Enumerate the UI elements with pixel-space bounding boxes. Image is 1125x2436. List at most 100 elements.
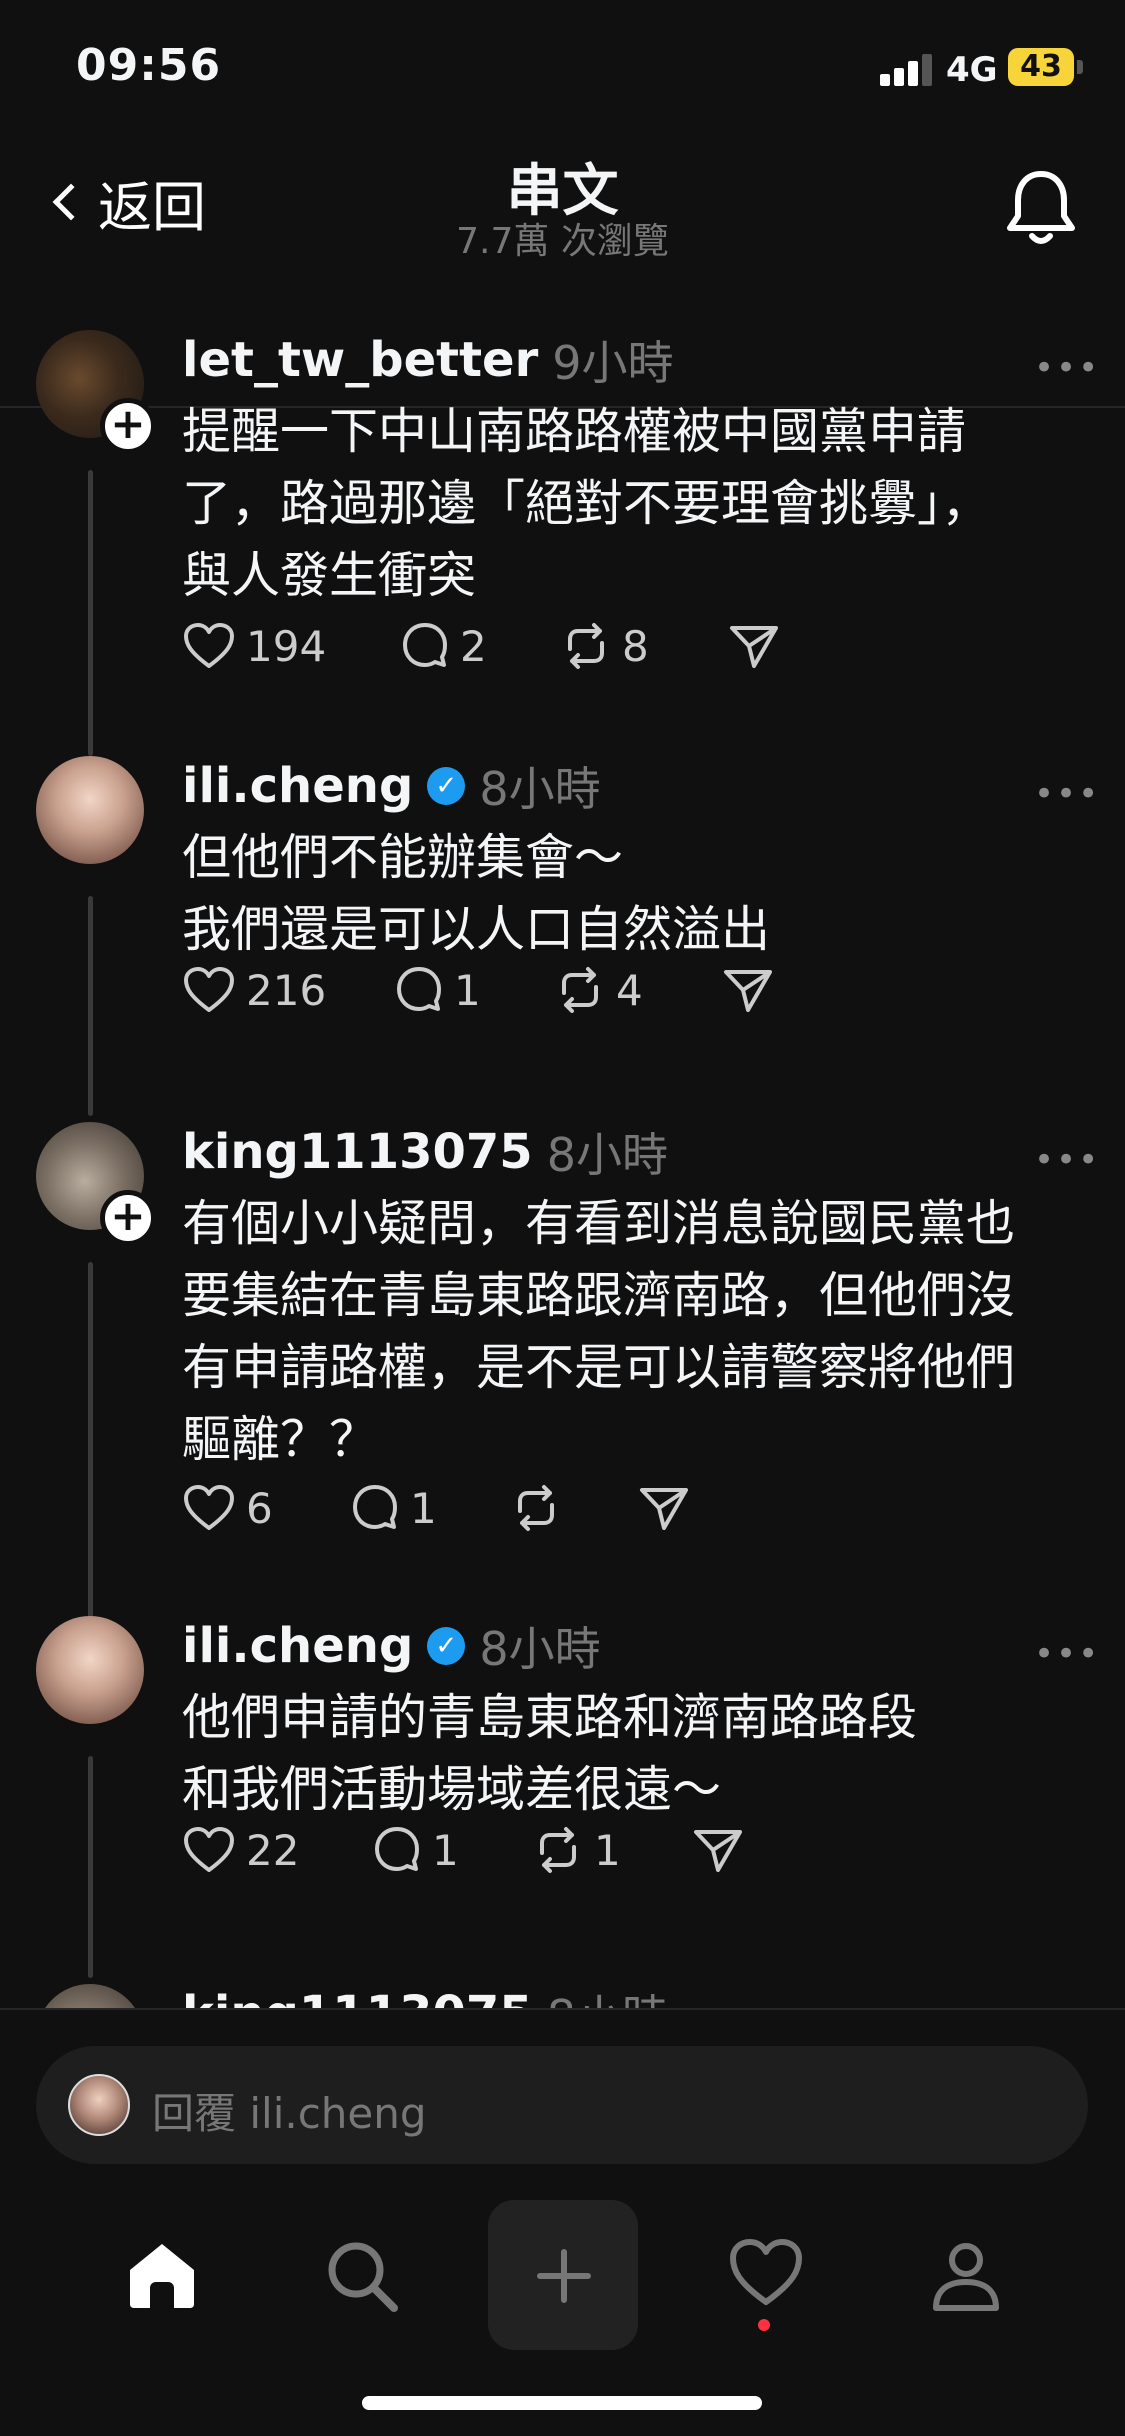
verified-badge-icon: ✓ <box>427 1627 466 1665</box>
profile-icon <box>933 2243 999 2311</box>
reply-count: 1 <box>410 1483 437 1533</box>
status-bar: 09:56 4G 43 <box>0 0 1125 140</box>
send-icon <box>730 626 778 668</box>
avatar[interactable] <box>36 1984 144 2008</box>
comment-icon <box>403 623 447 667</box>
thread-list[interactable]: + let_tw_better 9小時 ••• 提醒一下中山南路路權被中國黨申請… <box>0 282 1125 2008</box>
reply-button[interactable]: 1 <box>394 965 554 1015</box>
repost-button[interactable] <box>510 1483 638 1533</box>
reply-button[interactable]: 1 <box>372 1825 532 1875</box>
like-button[interactable]: 6 <box>182 1484 350 1533</box>
plus-icon <box>537 2249 591 2303</box>
post-text-line: 有申請路權，是不是可以請警察將他們 <box>182 1339 1016 1396</box>
post-text: 他們申請的青島東路和濟南路路段 和我們活動場域差很遠～ <box>182 1682 1082 1826</box>
post-text: 提醒一下中山南路路權被中國黨申請 了，路過那邊「絕對不要理會挑釁」， 與人發生衝… <box>182 396 1082 612</box>
thread-post: ili.cheng ✓ 8小時 ••• 但他們不能辦集會～ 我們還是可以人口自然… <box>0 756 1125 1116</box>
repost-icon <box>568 623 604 669</box>
activity-notification-dot <box>758 2319 770 2331</box>
post-text-line: 有個小小疑問，有看到消息說國民黨也 <box>182 1195 1016 1252</box>
repost-count: 1 <box>594 1825 621 1875</box>
like-count: 6 <box>246 1483 273 1533</box>
tab-search[interactable] <box>286 2200 436 2350</box>
share-button[interactable] <box>638 1484 690 1532</box>
thread-post: ili.cheng ✓ 8小時 ••• 他們申請的青島東路和濟南路路段 和我們活… <box>0 1616 1125 1978</box>
comment-icon <box>353 1485 397 1529</box>
avatar <box>68 2074 130 2136</box>
tab-home[interactable] <box>86 2200 236 2350</box>
post-actions: 22 1 1 <box>182 1820 744 1880</box>
thread-post: + king1113075 8小時 ••• 有個小小疑問，有看到消息說國民黨也 … <box>0 1122 1125 1622</box>
avatar[interactable] <box>36 1616 144 1724</box>
bell-icon[interactable] <box>1004 164 1078 250</box>
timestamp: 8小時 <box>479 1622 601 1676</box>
username[interactable]: king1113075 <box>182 1986 533 2008</box>
heart-icon <box>184 967 234 1012</box>
send-icon <box>640 1488 688 1530</box>
reply-button[interactable]: 1 <box>350 1483 510 1533</box>
timestamp: 8小時 <box>546 1128 668 1182</box>
more-options-icon[interactable]: ••• <box>1034 348 1100 388</box>
comment-icon <box>397 967 441 1011</box>
more-options-icon[interactable]: ••• <box>1034 1634 1100 1674</box>
more-options-icon[interactable]: ••• <box>1034 1140 1100 1180</box>
like-button[interactable]: 194 <box>182 622 400 671</box>
tab-bar <box>0 2200 1125 2360</box>
like-button[interactable]: 22 <box>182 1826 372 1875</box>
like-button[interactable]: 216 <box>182 966 394 1015</box>
share-button[interactable] <box>728 622 780 670</box>
repost-button[interactable]: 8 <box>560 621 728 671</box>
reply-input[interactable]: 回覆 ili.cheng <box>36 2046 1088 2164</box>
post-text-line: 他們申請的青島東路和濟南路路段 <box>182 1689 918 1746</box>
thread-line <box>88 896 93 1116</box>
follow-plus-icon[interactable]: + <box>100 398 156 454</box>
view-count: 7.7萬 次瀏覽 <box>456 221 669 262</box>
more-options-icon[interactable]: ••• <box>1034 774 1100 814</box>
battery-cap <box>1077 60 1083 74</box>
share-button[interactable] <box>692 1826 744 1874</box>
heart-icon <box>730 2239 802 2305</box>
username[interactable]: ili.cheng <box>182 1618 413 1674</box>
heart-icon <box>184 1827 234 1872</box>
battery-level: 43 <box>1020 49 1062 84</box>
send-icon <box>694 1830 742 1872</box>
tab-profile[interactable] <box>890 2200 1040 2350</box>
avatar[interactable] <box>36 756 144 864</box>
post-actions: 216 1 4 <box>182 960 774 1020</box>
battery-icon: 43 <box>1008 48 1074 86</box>
header: 返回 串文 7.7萬 次瀏覽 <box>0 140 1125 408</box>
like-count: 22 <box>246 1825 300 1875</box>
username[interactable]: let_tw_better <box>182 332 538 388</box>
post-text-line: 驅離？？ <box>182 1411 379 1468</box>
timestamp: 9小時 <box>552 336 674 390</box>
repost-button[interactable]: 1 <box>532 1825 692 1875</box>
post-actions: 194 2 8 <box>182 616 780 676</box>
thread-line <box>88 1262 93 1622</box>
post-header: king1113075 8小時 <box>182 1984 668 2008</box>
status-time: 09:56 <box>76 40 222 91</box>
search-icon <box>328 2242 398 2312</box>
heart-icon <box>184 623 234 668</box>
post-text-line: 提醒一下中山南路路權被中國黨申請 <box>182 403 967 460</box>
post-text: 但他們不能辦集會～ 我們還是可以人口自然溢出 <box>182 822 1082 966</box>
repost-button[interactable]: 4 <box>554 965 722 1015</box>
repost-count: 8 <box>622 621 649 671</box>
thread-post: + let_tw_better 9小時 ••• 提醒一下中山南路路權被中國黨申請… <box>0 330 1125 756</box>
repost-icon <box>518 1485 554 1531</box>
post-text-line: 我們還是可以人口自然溢出 <box>182 901 771 958</box>
post-text-line: 但他們不能辦集會～ <box>182 829 624 886</box>
share-button[interactable] <box>722 966 774 1014</box>
username[interactable]: ili.cheng <box>182 758 413 814</box>
tab-new-post[interactable] <box>488 2200 638 2350</box>
follow-plus-icon[interactable]: + <box>100 1190 156 1246</box>
reply-count: 1 <box>454 965 481 1015</box>
like-count: 216 <box>246 965 327 1015</box>
heart-icon <box>184 1485 234 1530</box>
thread-post: king1113075 8小時 ••• <box>0 1984 1125 2008</box>
repost-count: 4 <box>616 965 643 1015</box>
post-text-line: 了，路過那邊「絕對不要理會挑釁」， <box>182 475 991 532</box>
home-indicator[interactable] <box>362 2396 762 2410</box>
timestamp: 8小時 <box>547 1981 668 2008</box>
post-text-line: 與人發生衝突 <box>182 547 477 604</box>
reply-button[interactable]: 2 <box>400 621 560 671</box>
username[interactable]: king1113075 <box>182 1124 533 1180</box>
